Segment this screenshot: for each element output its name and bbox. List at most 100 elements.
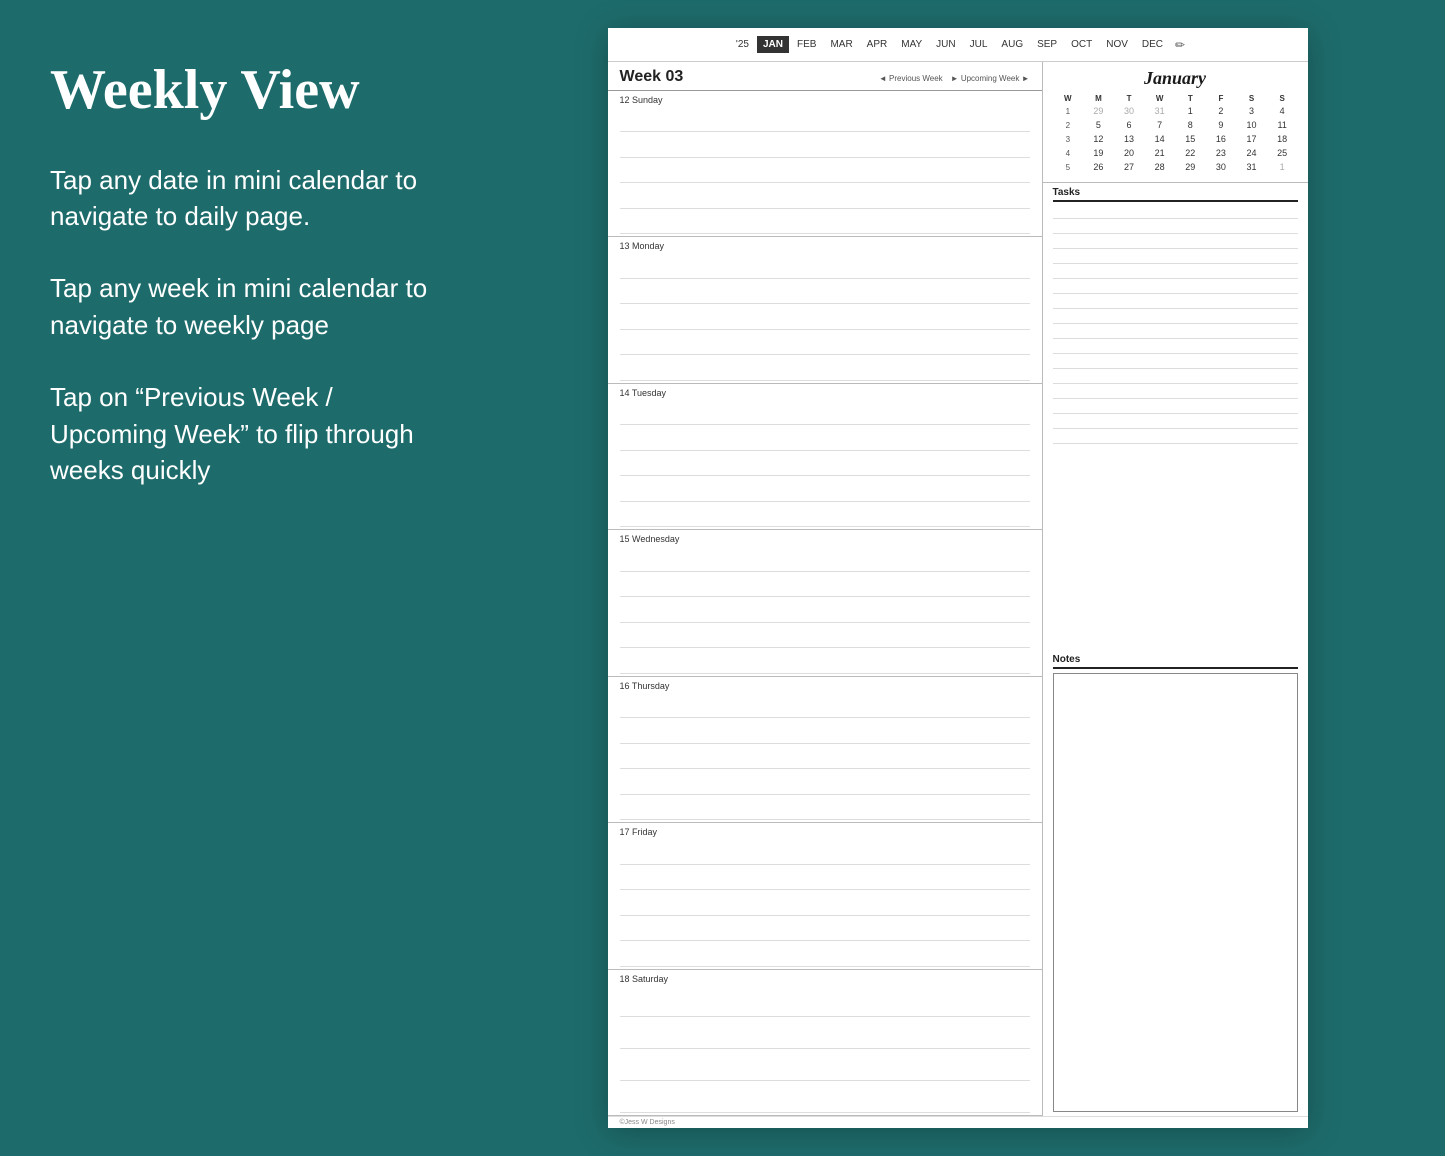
day-line[interactable] [620,107,1030,132]
day-line[interactable] [620,916,1030,941]
day-line[interactable] [620,986,1030,1018]
day-line[interactable] [620,597,1030,622]
day-line[interactable] [620,304,1030,329]
cal-day[interactable]: 11 [1267,118,1298,132]
cal-day[interactable]: 7 [1144,118,1175,132]
day-line[interactable] [620,941,1030,966]
nav-aug[interactable]: AUG [995,36,1029,53]
cal-day[interactable]: 29 [1083,104,1114,118]
cal-day[interactable]: 16 [1206,132,1237,146]
task-line[interactable] [1053,219,1298,234]
week-num-3[interactable]: 3 [1053,132,1084,146]
day-line[interactable] [620,183,1030,208]
next-week-btn[interactable]: ► Upcoming Week ► [951,74,1030,83]
nav-may[interactable]: MAY [895,36,928,53]
day-line[interactable] [620,132,1030,157]
nav-dec[interactable]: DEC [1136,36,1169,53]
cal-day[interactable]: 24 [1236,146,1267,160]
day-line[interactable] [620,648,1030,673]
task-line[interactable] [1053,249,1298,264]
cal-day[interactable]: 18 [1267,132,1298,146]
prev-week-btn[interactable]: ◄ Previous Week [879,74,943,83]
day-line[interactable] [620,502,1030,527]
cal-day[interactable]: 8 [1175,118,1206,132]
day-line[interactable] [620,890,1030,915]
cal-day[interactable]: 25 [1267,146,1298,160]
notes-box[interactable] [1053,673,1298,1113]
task-line[interactable] [1053,309,1298,324]
cal-day[interactable]: 10 [1236,118,1267,132]
cal-day[interactable]: 2 [1206,104,1237,118]
day-line[interactable] [620,769,1030,794]
day-line[interactable] [620,476,1030,501]
day-line[interactable] [620,355,1030,380]
day-line[interactable] [620,400,1030,425]
day-line[interactable] [620,795,1030,820]
cal-day[interactable]: 14 [1144,132,1175,146]
task-line[interactable] [1053,279,1298,294]
day-line[interactable] [620,546,1030,571]
day-line[interactable] [620,693,1030,718]
task-line[interactable] [1053,339,1298,354]
day-line[interactable] [620,330,1030,355]
cal-day[interactable]: 27 [1114,160,1145,174]
cal-day[interactable]: 30 [1114,104,1145,118]
cal-day[interactable]: 5 [1083,118,1114,132]
day-line[interactable] [620,623,1030,648]
task-line[interactable] [1053,294,1298,309]
week-num-1[interactable]: 1 [1053,104,1084,118]
cal-day[interactable]: 12 [1083,132,1114,146]
cal-day[interactable]: 1 [1267,160,1298,174]
task-line[interactable] [1053,399,1298,414]
task-line[interactable] [1053,429,1298,444]
day-line[interactable] [620,1017,1030,1049]
day-line[interactable] [620,718,1030,743]
day-line[interactable] [620,1049,1030,1081]
task-line[interactable] [1053,384,1298,399]
day-line[interactable] [620,253,1030,278]
cal-day[interactable]: 23 [1206,146,1237,160]
day-line[interactable] [620,279,1030,304]
task-line[interactable] [1053,264,1298,279]
cal-day[interactable]: 1 [1175,104,1206,118]
cal-day[interactable]: 30 [1206,160,1237,174]
day-line[interactable] [620,572,1030,597]
task-line[interactable] [1053,324,1298,339]
nav-oct[interactable]: OCT [1065,36,1098,53]
week-num-4[interactable]: 4 [1053,146,1084,160]
cal-day[interactable]: 26 [1083,160,1114,174]
nav-mar[interactable]: MAR [824,36,858,53]
task-line[interactable] [1053,369,1298,384]
task-line[interactable] [1053,204,1298,219]
week-num-5[interactable]: 5 [1053,160,1084,174]
cal-day[interactable]: 3 [1236,104,1267,118]
week-num-2[interactable]: 2 [1053,118,1084,132]
cal-day[interactable]: 29 [1175,160,1206,174]
nav-feb[interactable]: FEB [791,36,822,53]
day-line[interactable] [620,839,1030,864]
cal-day[interactable]: 17 [1236,132,1267,146]
nav-jul[interactable]: JUL [964,36,994,53]
nav-jan[interactable]: JAN [757,36,789,53]
day-line[interactable] [620,425,1030,450]
cal-day[interactable]: 31 [1144,104,1175,118]
day-line[interactable] [620,865,1030,890]
nav-jun[interactable]: JUN [930,36,961,53]
cal-day[interactable]: 31 [1236,160,1267,174]
cal-day[interactable]: 9 [1206,118,1237,132]
cal-day[interactable]: 4 [1267,104,1298,118]
cal-day[interactable]: 22 [1175,146,1206,160]
day-line[interactable] [620,209,1030,234]
nav-apr[interactable]: APR [861,36,894,53]
cal-day[interactable]: 28 [1144,160,1175,174]
cal-day[interactable]: 21 [1144,146,1175,160]
task-line[interactable] [1053,354,1298,369]
nav-nov[interactable]: NOV [1100,36,1134,53]
nav-sep[interactable]: SEP [1031,36,1063,53]
cal-day[interactable]: 13 [1114,132,1145,146]
cal-day[interactable]: 6 [1114,118,1145,132]
day-line[interactable] [620,1081,1030,1113]
day-line[interactable] [620,744,1030,769]
day-line[interactable] [620,158,1030,183]
cal-day[interactable]: 15 [1175,132,1206,146]
